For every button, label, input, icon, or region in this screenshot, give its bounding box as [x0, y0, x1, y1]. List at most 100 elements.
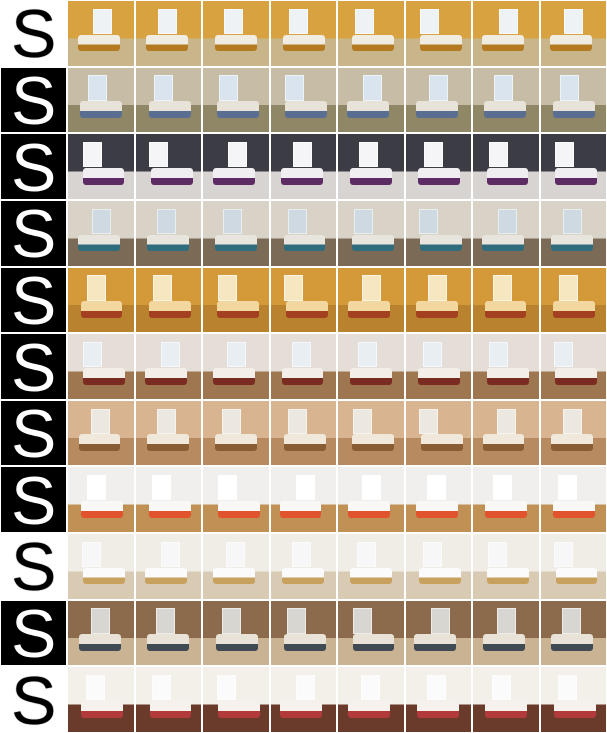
- room-thumbnail: [203, 467, 269, 533]
- window-shape: [352, 608, 372, 634]
- window-shape: [156, 408, 176, 434]
- mask-glyph: S: [11, 467, 57, 533]
- bed-shape: [215, 434, 258, 452]
- room-photo: [405, 667, 472, 732]
- room-photo: [338, 134, 404, 199]
- room-thumbnail: [473, 600, 539, 666]
- room-photo: [540, 1, 606, 66]
- room-photo: [68, 600, 134, 666]
- bed-shape: [351, 34, 394, 52]
- room-photo: [473, 534, 539, 599]
- window-shape: [293, 142, 313, 168]
- room-thumbnail: [203, 1, 269, 66]
- room-thumbnail: [270, 400, 337, 466]
- bed-shape: [284, 634, 327, 652]
- room-thumbnail: [135, 400, 202, 466]
- window-shape: [426, 675, 446, 701]
- room-photo: [135, 67, 202, 133]
- bed-shape: [78, 234, 121, 252]
- room-thumbnail: [540, 334, 606, 399]
- window-shape: [497, 208, 517, 234]
- room-photo: [68, 467, 134, 533]
- bed-shape: [147, 634, 190, 652]
- room-thumbnail: [68, 200, 134, 266]
- room-thumbnail: [405, 1, 472, 66]
- room-photo: [405, 200, 472, 266]
- window-shape: [362, 275, 382, 301]
- room-thumbnail: [338, 134, 404, 199]
- room-thumbnail: [405, 400, 472, 466]
- room-thumbnail: [540, 67, 606, 133]
- bed-shape: [482, 234, 525, 252]
- room-photo: [270, 267, 337, 333]
- room-thumbnail: [203, 134, 269, 199]
- bed-shape: [416, 501, 459, 518]
- room-photo: [338, 1, 404, 66]
- window-shape: [431, 608, 451, 634]
- mask-thumbnail: S: [1, 667, 67, 732]
- room-thumbnail: [135, 600, 202, 666]
- window-shape: [148, 142, 168, 168]
- mask-glyph: S: [11, 400, 57, 466]
- room-thumbnail: [338, 200, 404, 266]
- room-thumbnail: [540, 267, 606, 333]
- window-shape: [288, 208, 308, 234]
- room-photo: [68, 200, 134, 266]
- bed-shape: [418, 167, 460, 185]
- room-thumbnail: [338, 600, 404, 666]
- room-thumbnail: [405, 334, 472, 399]
- mask-glyph: S: [11, 134, 57, 199]
- window-shape: [92, 8, 112, 34]
- mask-thumbnail: S: [1, 67, 67, 133]
- room-thumbnail: [135, 67, 202, 133]
- room-photo: [405, 334, 472, 399]
- mask-glyph: S: [11, 534, 57, 599]
- window-shape: [226, 341, 246, 368]
- room-photo: [68, 267, 134, 333]
- room-thumbnail: [135, 467, 202, 533]
- bed-shape: [80, 101, 123, 119]
- window-shape: [498, 8, 518, 34]
- mask-glyph: S: [11, 1, 57, 66]
- room-photo: [338, 67, 404, 133]
- window-shape: [494, 75, 514, 101]
- room-thumbnail: [203, 267, 269, 333]
- room-photo: [405, 534, 472, 599]
- window-shape: [562, 408, 582, 434]
- room-thumbnail: [473, 334, 539, 399]
- room-photo: [473, 334, 539, 399]
- bed-shape: [147, 434, 189, 452]
- room-photo: [135, 534, 202, 599]
- window-shape: [283, 275, 303, 301]
- room-thumbnail: [338, 67, 404, 133]
- window-shape: [554, 142, 574, 168]
- room-photo: [473, 200, 539, 266]
- room-thumbnail: [68, 467, 134, 533]
- room-photo: [338, 467, 404, 533]
- bed-shape: [83, 567, 126, 585]
- bed-shape: [349, 367, 392, 385]
- room-photo: [473, 400, 539, 466]
- window-shape: [488, 341, 508, 368]
- bed-shape: [285, 301, 328, 318]
- bed-shape: [212, 167, 255, 185]
- window-shape: [218, 275, 238, 301]
- room-thumbnail: [135, 334, 202, 399]
- room-thumbnail: [270, 534, 337, 599]
- room-photo: [540, 200, 606, 266]
- room-thumbnail: [68, 267, 134, 333]
- room-photo: [473, 600, 539, 666]
- room-photo: [540, 667, 606, 732]
- bed-shape: [418, 567, 461, 585]
- window-shape: [292, 341, 312, 368]
- room-photo: [338, 334, 404, 399]
- window-shape: [496, 608, 516, 634]
- room-thumbnail: [270, 334, 337, 399]
- bed-shape: [217, 301, 260, 318]
- bed-shape: [486, 167, 529, 185]
- room-thumbnail: [203, 534, 269, 599]
- bed-shape: [148, 101, 191, 119]
- bed-shape: [144, 367, 187, 385]
- bed-shape: [420, 34, 462, 52]
- room-photo: [338, 267, 404, 333]
